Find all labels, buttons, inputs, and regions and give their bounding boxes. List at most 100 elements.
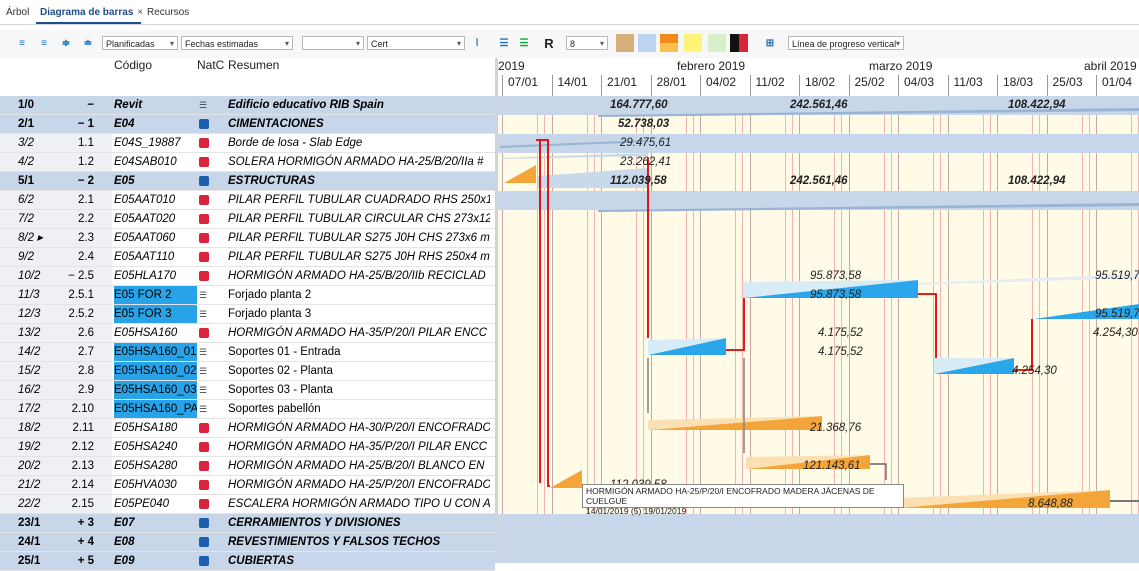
table-row[interactable]: 22/2 2.15 E05PE040 ESCALERA HORMIGÓN ARMADO…	[0, 495, 495, 514]
code-cell: E05AAT010	[114, 194, 176, 206]
tab-recursos[interactable]: Recursos	[143, 4, 193, 22]
chapter-icon	[199, 556, 209, 566]
summary-cell: CUBIERTAS	[228, 555, 295, 567]
table-row[interactable]: 19/2 2.12 E05HSA240 HORMIGÓN ARMADO HA-35/P…	[0, 438, 495, 457]
table-row[interactable]: 1/0− Revit ☰ Edificio educativo RIB Spain	[0, 96, 495, 115]
row-number: 2.12	[48, 438, 112, 456]
empty-select[interactable]: ▾	[302, 36, 364, 50]
row-id: 23/1	[0, 514, 48, 532]
grid-header: Código NatC Resumen	[0, 58, 495, 97]
bar-value-label: 242.561,46	[790, 175, 848, 187]
code-column-header[interactable]: Código	[114, 58, 152, 72]
milestone-icon[interactable]: ⦚	[469, 35, 485, 51]
code-cell: E05HSA160_01	[114, 343, 197, 361]
table-row[interactable]: 23/1 + 3 E07 CERRAMIENTOS Y DIVISIONES	[0, 514, 495, 533]
yellow-color-icon[interactable]	[684, 34, 702, 52]
unit-cost-icon	[199, 480, 209, 490]
nature-cell: ☰	[197, 96, 225, 114]
nature-cell: ☰	[197, 381, 225, 399]
progress-line-select[interactable]: Línea de progreso vertical ▾	[788, 36, 904, 50]
zoom-select-value: 8	[570, 39, 576, 49]
table-row[interactable]: 2/1− 1 E04 CIMENTACIONES	[0, 115, 495, 134]
nature-cell	[197, 229, 225, 247]
table-row[interactable]: 12/3 2.5.2 E05 FOR 3 ☰ Forjado planta 3	[0, 305, 495, 324]
chevron-down-icon: ▾	[355, 39, 360, 48]
green-grid-icon[interactable]	[708, 34, 726, 52]
table-row[interactable]: 15/2 2.8 E05HSA160_02 ☰ Soportes 02 - Planta	[0, 362, 495, 381]
summary-cell: HORMIGÓN ARMADO HA-25/B/20/IIb RECICLAD	[228, 270, 486, 282]
table-row[interactable]: 24/1 + 4 E08 REVESTIMIENTOS Y FALSOS TECHOS	[0, 533, 495, 552]
row-number: + 3	[48, 514, 112, 532]
row-id: 11/3	[0, 286, 48, 304]
task-bar[interactable]	[504, 165, 536, 183]
collapse-icon[interactable]: ≑	[58, 35, 74, 51]
expand-icon[interactable]: ≐	[80, 35, 96, 51]
row-id: 1/0	[0, 96, 48, 114]
table-row[interactable]: 13/2 2.6 E05HSA160 HORMIGÓN ARMADO HA-35/P/…	[0, 324, 495, 343]
table-row[interactable]: 8/2 ▸ 2.3 E05AAT060 PILAR PERFIL TUBULAR S2…	[0, 229, 495, 248]
nature-cell	[197, 514, 225, 532]
planned-select[interactable]: Planificadas ▾	[102, 36, 178, 50]
row-id: 7/2	[0, 210, 48, 228]
unit-cost-icon	[199, 157, 209, 167]
resource-r-icon[interactable]: R	[541, 35, 557, 51]
summary-column-header[interactable]: Resumen	[228, 58, 279, 72]
summary-bar[interactable]	[598, 203, 1139, 212]
dependency-link	[870, 463, 887, 480]
table-row[interactable]: 3/2 1.1 E04S_19887 Borde de losa - Slab Edg…	[0, 134, 495, 153]
table-row[interactable]: 6/2 2.1 E05AAT010 PILAR PERFIL TUBULAR CUAD…	[0, 191, 495, 210]
tan-color-icon[interactable]	[616, 34, 634, 52]
code-cell: E05AAT060	[114, 232, 176, 244]
cert-select[interactable]: Cert ▾	[367, 36, 465, 50]
chevron-down-icon: ▾	[895, 39, 900, 48]
dependency-link	[1014, 319, 1033, 371]
table-row[interactable]: 7/2 2.2 E05AAT020 PILAR PERFIL TUBULAR CIRC…	[0, 210, 495, 229]
critical-path-icon[interactable]	[730, 34, 748, 52]
task-bar[interactable]	[550, 470, 582, 488]
bar-value-label: 95.519,76	[1095, 270, 1139, 282]
row-id: 21/2	[0, 476, 48, 494]
table-row[interactable]: 5/1− 2 E05 ESTRUCTURAS	[0, 172, 495, 191]
summary-cell: HORMIGÓN ARMADO HA-25/B/20/I BLANCO EN	[228, 460, 485, 472]
bars-icon[interactable]: ☰	[496, 35, 512, 51]
table-row[interactable]: 20/2 2.13 E05HSA280 HORMIGÓN ARMADO HA-25/B…	[0, 457, 495, 476]
outdent-icon[interactable]: ≡	[14, 35, 30, 51]
table-row[interactable]: 4/2 1.2 E04SAB010 SOLERA HORMIGÓN ARMADO HA…	[0, 153, 495, 172]
bars-green-icon[interactable]: ☰	[516, 35, 532, 51]
table-row[interactable]: 18/2 2.11 E05HSA180 HORMIGÓN ARMADO HA-30/P…	[0, 419, 495, 438]
nat-column-header[interactable]: NatC	[197, 58, 224, 72]
blue-bar-color-icon[interactable]	[638, 34, 656, 52]
table-row[interactable]: 11/3 2.5.1 E05 FOR 2 ☰ Forjado planta 2	[0, 286, 495, 305]
tab-arbol[interactable]: Árbol	[2, 4, 33, 22]
chevron-down-icon: ▾	[599, 39, 604, 48]
chevron-down-icon: ▾	[284, 39, 289, 48]
code-cell: E05HVA030	[114, 479, 177, 491]
code-cell: E05HLA170	[114, 270, 177, 282]
view-progress-icon[interactable]: ⊞	[762, 35, 778, 51]
table-row[interactable]: 21/2 2.14 E05HVA030 HORMIGÓN ARMADO HA-25/P…	[0, 476, 495, 495]
summary-cell: SOLERA HORMIGÓN ARMADO HA-25/B/20/IIa #	[228, 156, 484, 168]
summary-cell: Soportes 01 - Entrada	[228, 346, 341, 358]
bar-value-label: 23.262,41	[620, 156, 672, 168]
table-row[interactable]: 17/2 2.10 E05HSA160_PA ☰ Soportes pabellón	[0, 400, 495, 419]
row-number: 2.4	[48, 248, 112, 266]
zoom-select[interactable]: 8 ▾	[566, 36, 608, 50]
dates-select[interactable]: Fechas estimadas ▾	[181, 36, 293, 50]
summary-cell: Soportes 02 - Planta	[228, 365, 333, 377]
table-row[interactable]: 25/1 + 5 E09 CUBIERTAS	[0, 552, 495, 571]
indent-icon[interactable]: ≡	[36, 35, 52, 51]
subitem-icon: ☰	[199, 404, 208, 414]
table-row[interactable]: 10/2− 2.5 E05HLA170 HORMIGÓN ARMADO HA-25/…	[0, 267, 495, 286]
table-row[interactable]: 9/2 2.4 E05AAT110 PILAR PERFIL TUBULAR S275…	[0, 248, 495, 267]
row-id: 14/2	[0, 343, 48, 361]
subitem-icon: ☰	[199, 366, 208, 376]
tab-diagrama-de-barras[interactable]: Diagrama de barras ×	[36, 4, 147, 22]
row-number: −	[48, 96, 112, 114]
task-grid: Código NatC Resumen 1/0− Revit ☰ Edificio e…	[0, 58, 495, 571]
bar-value-label: 52.738,03	[618, 118, 670, 130]
row-id: 17/2	[0, 400, 48, 418]
table-row[interactable]: 14/2 2.7 E05HSA160_01 ☰ Soportes 01 - Entrad…	[0, 343, 495, 362]
summary-cell: CERRAMIENTOS Y DIVISIONES	[228, 517, 401, 529]
orange-bar-color-icon[interactable]	[660, 34, 678, 52]
table-row[interactable]: 16/2 2.9 E05HSA160_03 ☰ Soportes 03 - Planta	[0, 381, 495, 400]
